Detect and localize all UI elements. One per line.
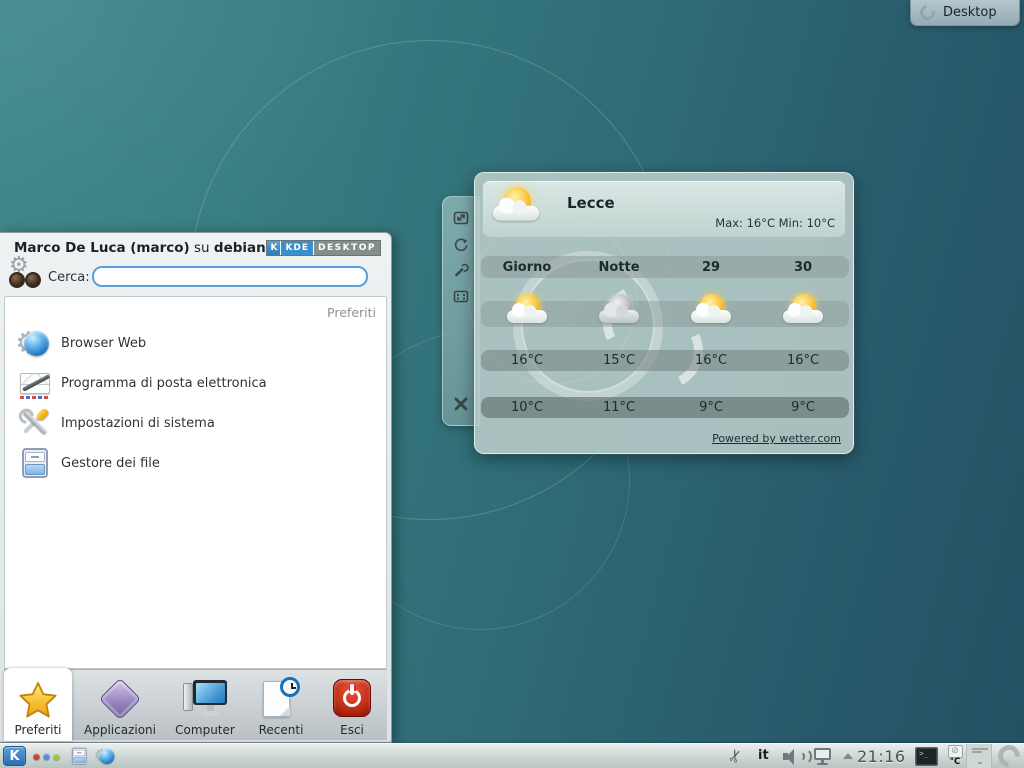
search-binoculars-icon: ⚙ — [7, 259, 45, 295]
kickoff-tab-bar: Preferiti Applicazioni Computer Recenti … — [4, 669, 387, 740]
user-name: Marco De Luca (marco) — [14, 240, 190, 256]
email-envelope-icon — [19, 367, 51, 399]
menu-item-label: Impostazioni di sistema — [61, 416, 215, 431]
pager-dot-red-icon[interactable] — [33, 753, 40, 760]
kickoff-launcher: Marco De Luca (marco) su debian K KDE DE… — [0, 232, 392, 743]
desktop-badge-label: DESKTOP — [314, 241, 380, 255]
day-temp: 16°C — [481, 353, 573, 368]
search-input[interactable] — [92, 266, 368, 287]
day-temp: 16°C — [665, 353, 757, 368]
web-browser-globe-icon: ⚙ — [19, 327, 51, 359]
tab-label: Computer — [175, 723, 235, 737]
tab-label: Applicazioni — [84, 723, 156, 737]
taskbar-panel: K ⚙ ✂ it 21:16 >_ ⊘ °C — [0, 743, 1024, 768]
resize-icon[interactable] — [452, 209, 470, 227]
night-temp: 9°C — [665, 400, 757, 415]
keyboard-layout-indicator[interactable]: it — [758, 748, 769, 763]
close-icon[interactable] — [452, 395, 470, 413]
kickoff-favorites-view: Preferiti ⚙ Browser Web Programma di pos… — [4, 296, 387, 669]
menu-item-browser-web[interactable]: ⚙ Browser Web — [5, 323, 386, 363]
weather-city: Lecce — [567, 194, 615, 212]
applications-diamond-icon — [97, 677, 143, 721]
title-connector: su — [190, 240, 214, 256]
night-temp: 9°C — [757, 400, 849, 415]
night-temp: 10°C — [481, 400, 573, 415]
tab-label: Preferiti — [15, 723, 62, 737]
weather-day-temps: 16°C 15°C 16°C 16°C — [481, 350, 849, 371]
sun-cloud-icon — [688, 293, 734, 331]
moon-cloud-icon — [596, 293, 642, 331]
desktop-toolbox-label: Desktop — [943, 5, 997, 20]
kde-desktop-badge: K KDE DESKTOP — [266, 240, 381, 256]
menu-item-system-settings[interactable]: Impostazioni di sistema — [5, 403, 386, 443]
kde-menu-button[interactable]: K — [3, 746, 26, 766]
digital-clock[interactable]: 21:16 — [857, 747, 906, 766]
weather-credit-link[interactable]: Powered by wetter.com — [712, 432, 841, 445]
kde-logo-icon: K — [267, 241, 281, 255]
terminal-konsole-icon[interactable]: >_ — [915, 747, 938, 766]
configure-wrench-icon[interactable] — [452, 261, 470, 279]
column-header: Notte — [573, 260, 665, 275]
maximize-icon[interactable] — [452, 287, 470, 305]
day-temp: 15°C — [573, 353, 665, 368]
tab-applicazioni[interactable]: Applicazioni — [76, 670, 164, 741]
desktop-toolbox[interactable]: Desktop — [910, 0, 1020, 26]
kde-logo-icon: K — [9, 749, 19, 764]
menu-item-label: Gestore dei file — [61, 456, 160, 471]
search-label: Cerca: — [48, 270, 90, 285]
pager-dot-green-icon[interactable] — [53, 753, 60, 760]
hostname: debian — [214, 240, 266, 256]
tab-recenti[interactable]: Recenti — [246, 670, 316, 741]
klipper-scissors-icon[interactable]: ✂ — [724, 746, 748, 766]
tab-esci[interactable]: Esci — [318, 670, 386, 741]
weather-max-min: Max: 16°C Min: 10°C — [715, 216, 835, 230]
section-header: Preferiti — [327, 305, 376, 320]
day-temp: 16°C — [757, 353, 849, 368]
tab-label: Recenti — [259, 723, 304, 737]
computer-monitor-icon — [182, 677, 228, 721]
system-settings-tools-icon — [19, 407, 51, 439]
panel-cashew-icon[interactable] — [994, 741, 1024, 768]
column-header: 30 — [757, 260, 849, 275]
tab-preferiti[interactable]: Preferiti — [4, 668, 72, 741]
panel-widget[interactable] — [966, 744, 992, 768]
weather-header: Lecce Max: 16°C Min: 10°C — [483, 181, 845, 237]
sun-cloud-icon — [780, 293, 826, 331]
pager-dot-blue-icon[interactable] — [43, 753, 50, 760]
menu-item-email[interactable]: Programma di posta elettronica — [5, 363, 386, 403]
tab-computer[interactable]: Computer — [166, 670, 244, 741]
kickoff-user-title: Marco De Luca (marco) su debian — [14, 240, 266, 256]
menu-item-label: Programma di posta elettronica — [61, 376, 267, 391]
star-icon — [15, 677, 61, 721]
file-manager-cabinet-icon — [19, 447, 51, 479]
menu-item-label: Browser Web — [61, 336, 146, 351]
weather-widget[interactable]: Lecce Max: 16°C Min: 10°C Giorno Notte 2… — [474, 172, 854, 454]
power-logout-icon — [329, 677, 375, 721]
tab-label: Esci — [340, 723, 364, 737]
kde-badge-label: KDE — [281, 241, 314, 255]
recent-documents-clock-icon — [258, 677, 304, 721]
systray-expander-arrow-icon[interactable] — [843, 753, 853, 759]
weather-tray-label: °C — [944, 758, 966, 767]
volume-speaker-icon[interactable] — [783, 748, 809, 765]
network-monitor-icon[interactable] — [813, 747, 833, 765]
sun-cloud-icon — [490, 186, 543, 230]
column-header: 29 — [665, 260, 757, 275]
menu-item-file-manager[interactable]: Gestore dei file — [5, 443, 386, 483]
wallpaper-sheen — [0, 0, 420, 260]
plasma-cashew-icon — [917, 2, 938, 23]
night-temp: 11°C — [573, 400, 665, 415]
web-browser-launcher-icon[interactable]: ⚙ — [96, 746, 116, 766]
weather-night-temps: 10°C 11°C 9°C 9°C — [481, 397, 849, 418]
weather-tray-icon[interactable]: ⊘ °C — [944, 745, 966, 768]
weather-column-headers: Giorno Notte 29 30 — [481, 256, 849, 278]
column-header: Giorno — [481, 260, 573, 275]
sun-cloud-icon — [504, 293, 550, 331]
weather-icon-row — [481, 301, 849, 327]
rotate-icon[interactable] — [452, 236, 470, 254]
